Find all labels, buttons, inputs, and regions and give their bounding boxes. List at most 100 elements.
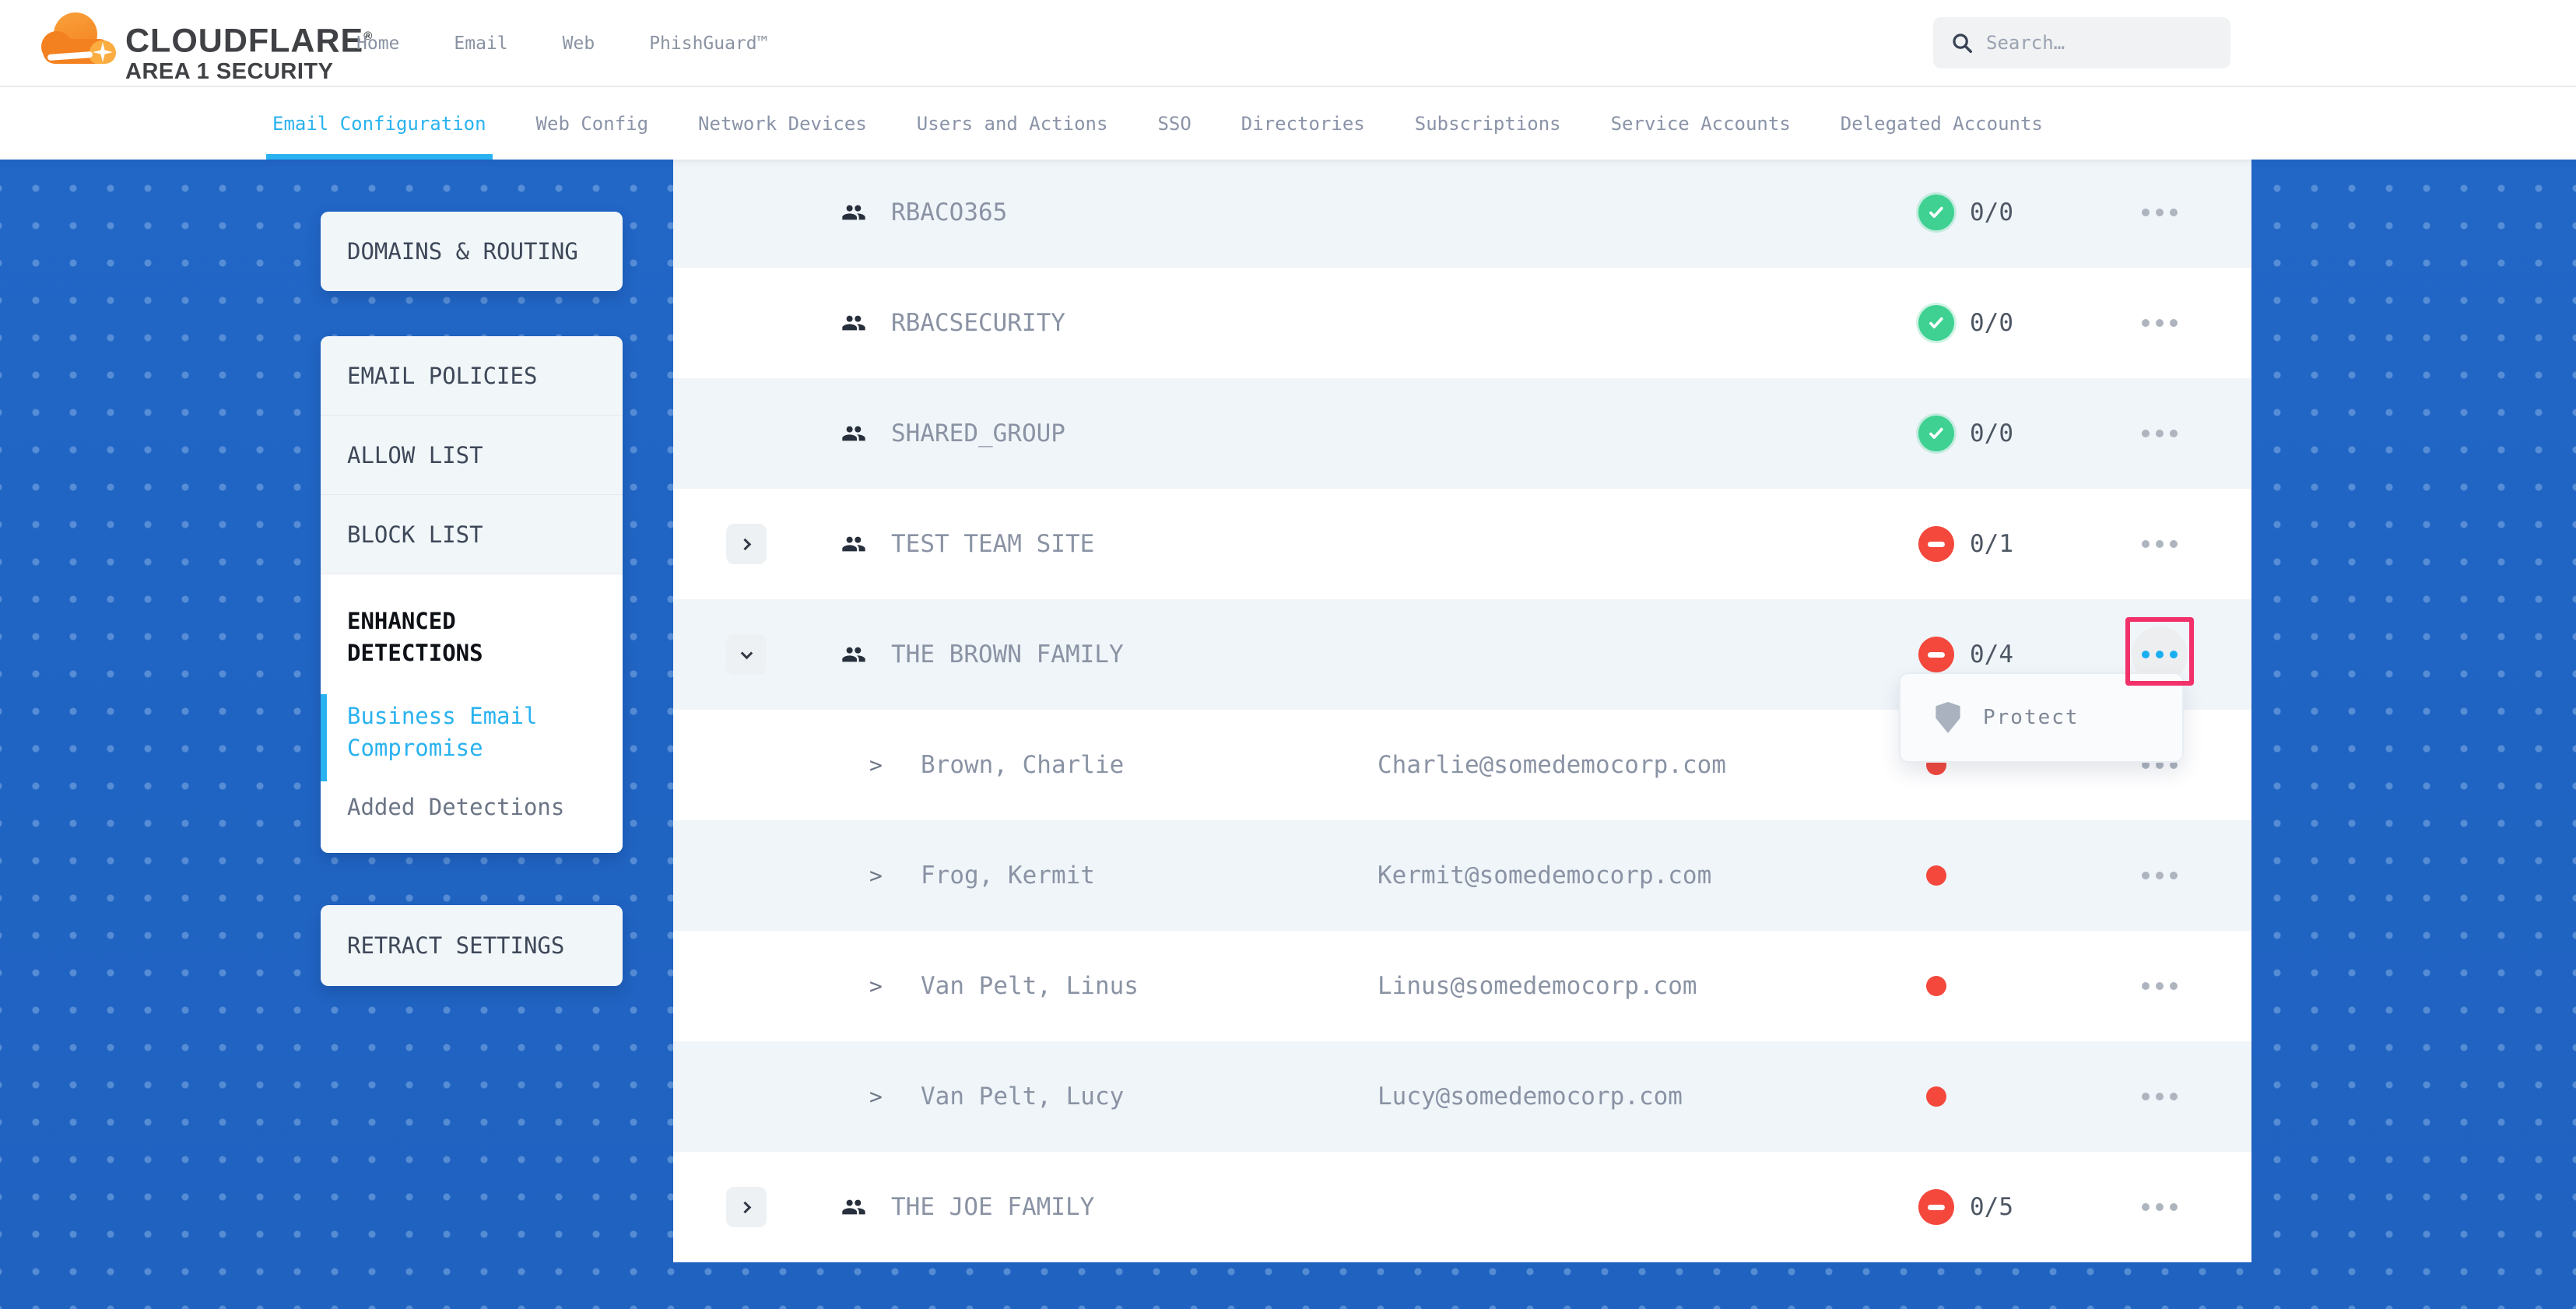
row-name: Frog, Kermit: [921, 862, 1095, 890]
group-icon: [838, 311, 869, 335]
chevron-icon: [740, 647, 753, 659]
tab-sso[interactable]: SSO: [1157, 87, 1191, 160]
sidebar-card-policies: EMAIL POLICIES ALLOW LIST BLOCK LIST ENH…: [321, 336, 623, 853]
row-name: RBACO365: [891, 198, 1007, 226]
cloudflare-logo[interactable]: CLOUDFLARE® AREA 1 SECURITY: [41, 11, 321, 78]
row-menu-button[interactable]: [2132, 1179, 2188, 1235]
sidebar-item-domains-routing[interactable]: DOMAINS & ROUTING: [321, 212, 623, 291]
tab-web-config[interactable]: Web Config: [536, 87, 649, 160]
top-nav: Home Email Web PhishGuard™: [356, 0, 768, 87]
expand-button[interactable]: [726, 634, 767, 675]
member-chevron-icon: [869, 753, 883, 778]
brand-subtitle: AREA 1 SECURITY: [125, 58, 373, 85]
group-icon: [838, 642, 869, 667]
minus-icon: [1928, 542, 1945, 547]
search-input[interactable]: [1986, 32, 2196, 54]
table-row: Van Pelt, Lucy Lucy@somedemocorp.com: [673, 1041, 2251, 1152]
group-icon: [838, 1195, 869, 1220]
annotation-highlight: [2125, 617, 2194, 686]
table-row: SHARED_GROUP 0/0: [673, 378, 2251, 489]
nav-web[interactable]: Web: [563, 33, 595, 54]
status-pass-badge: [1918, 195, 1954, 230]
nav-email[interactable]: Email: [454, 33, 507, 54]
tab-directories[interactable]: Directories: [1241, 87, 1365, 160]
expand-button[interactable]: [726, 524, 767, 564]
tab-service-accounts[interactable]: Service Accounts: [1611, 87, 1791, 160]
sidebar-item-block-list[interactable]: BLOCK LIST: [321, 495, 623, 574]
sidebar-item-email-policies[interactable]: EMAIL POLICIES: [321, 336, 623, 416]
row-email: Charlie@somedemocorp.com: [1377, 751, 1726, 779]
sidebar-item-retract-settings[interactable]: RETRACT SETTINGS: [321, 905, 623, 986]
protected-count: 0/1: [1970, 530, 2013, 558]
row-name: Van Pelt, Linus: [921, 972, 1139, 1000]
member-chevron-icon: [869, 974, 883, 999]
row-email: Lucy@somedemocorp.com: [1377, 1083, 1683, 1111]
row-name: Van Pelt, Lucy: [921, 1083, 1124, 1111]
row-menu-button[interactable]: [2132, 184, 2188, 240]
protect-menu-item[interactable]: Protect: [1983, 706, 2079, 729]
status-pass-badge: [1918, 416, 1954, 451]
chevron-icon: [739, 1201, 752, 1213]
status-fail-badge: [1918, 526, 1954, 562]
brand-name: CLOUDFLARE®: [125, 19, 373, 58]
protected-count: 0/0: [1970, 198, 2013, 226]
tab-subscriptions[interactable]: Subscriptions: [1415, 87, 1561, 160]
table-row: THE JOE FAMILY 0/5: [673, 1152, 2251, 1262]
sidebar-item-added-detections[interactable]: Added Detections: [347, 794, 596, 820]
protected-count: 0/4: [1970, 640, 2013, 669]
sidebar-item-enhanced-detections[interactable]: ENHANCED DETECTIONS: [347, 605, 581, 669]
row-name: SHARED_GROUP: [891, 419, 1065, 447]
row-menu-button[interactable]: [2132, 516, 2188, 572]
row-menu-button[interactable]: [2132, 848, 2188, 904]
group-icon: [838, 421, 869, 446]
shield-icon: [1935, 702, 1961, 733]
row-name: THE BROWN FAMILY: [891, 640, 1124, 669]
sidebar-item-business-email-compromise[interactable]: Business Email Compromise: [347, 700, 581, 764]
nav-home[interactable]: Home: [356, 33, 399, 54]
member-chevron-icon: [869, 863, 883, 889]
status-dot: [1926, 976, 1946, 996]
table-row: Van Pelt, Linus Linus@somedemocorp.com: [673, 931, 2251, 1041]
status-pass-badge: [1918, 305, 1954, 341]
minus-icon: [1928, 1205, 1945, 1210]
table-row: TEST TEAM SITE 0/1: [673, 489, 2251, 599]
app-header: CLOUDFLARE® AREA 1 SECURITY Home Email W…: [0, 0, 2576, 87]
protected-count: 0/0: [1970, 309, 2013, 337]
nav-phishguard[interactable]: PhishGuard™: [649, 33, 767, 54]
row-name: TEST TEAM SITE: [891, 530, 1094, 558]
group-icon: [838, 532, 869, 556]
row-context-menu: Protect: [1899, 672, 2184, 763]
tab-delegated-accounts[interactable]: Delegated Accounts: [1841, 87, 2043, 160]
search-bar[interactable]: [1933, 17, 2230, 68]
row-email: Kermit@somedemocorp.com: [1377, 862, 1711, 890]
tab-email-configuration[interactable]: Email Configuration: [272, 87, 486, 160]
minus-icon: [1928, 652, 1945, 658]
status-fail-badge: [1918, 637, 1954, 672]
row-menu-button[interactable]: [2132, 405, 2188, 461]
sidebar-card-domains-routing[interactable]: DOMAINS & ROUTING: [321, 212, 623, 291]
status-dot: [1926, 865, 1946, 886]
chevron-icon: [739, 538, 752, 550]
member-chevron-icon: [869, 1084, 883, 1110]
tab-users-and-actions[interactable]: Users and Actions: [917, 87, 1108, 160]
row-name: THE JOE FAMILY: [891, 1193, 1094, 1221]
table-row: RBACSECURITY 0/0: [673, 268, 2251, 378]
sidebar-card-retract-settings[interactable]: RETRACT SETTINGS: [321, 905, 623, 986]
group-icon: [838, 200, 869, 225]
protected-count: 0/5: [1970, 1193, 2013, 1221]
table-row: RBACO365 0/0: [673, 157, 2251, 268]
search-icon: [1950, 31, 1974, 54]
status-fail-badge: [1918, 1189, 1954, 1225]
row-menu-button[interactable]: [2132, 958, 2188, 1014]
row-name: Brown, Charlie: [921, 751, 1124, 779]
protected-count: 0/0: [1970, 419, 2013, 447]
expand-button[interactable]: [726, 1187, 767, 1227]
row-menu-button[interactable]: [2132, 295, 2188, 351]
row-name: RBACSECURITY: [891, 309, 1065, 337]
sidebar-item-allow-list[interactable]: ALLOW LIST: [321, 416, 623, 495]
row-menu-button[interactable]: [2132, 1069, 2188, 1125]
table-row: Frog, Kermit Kermit@somedemocorp.com: [673, 820, 2251, 931]
status-dot: [1926, 1086, 1946, 1107]
section-tabs: Email Configuration Web Config Network D…: [0, 87, 2576, 160]
tab-network-devices[interactable]: Network Devices: [698, 87, 867, 160]
